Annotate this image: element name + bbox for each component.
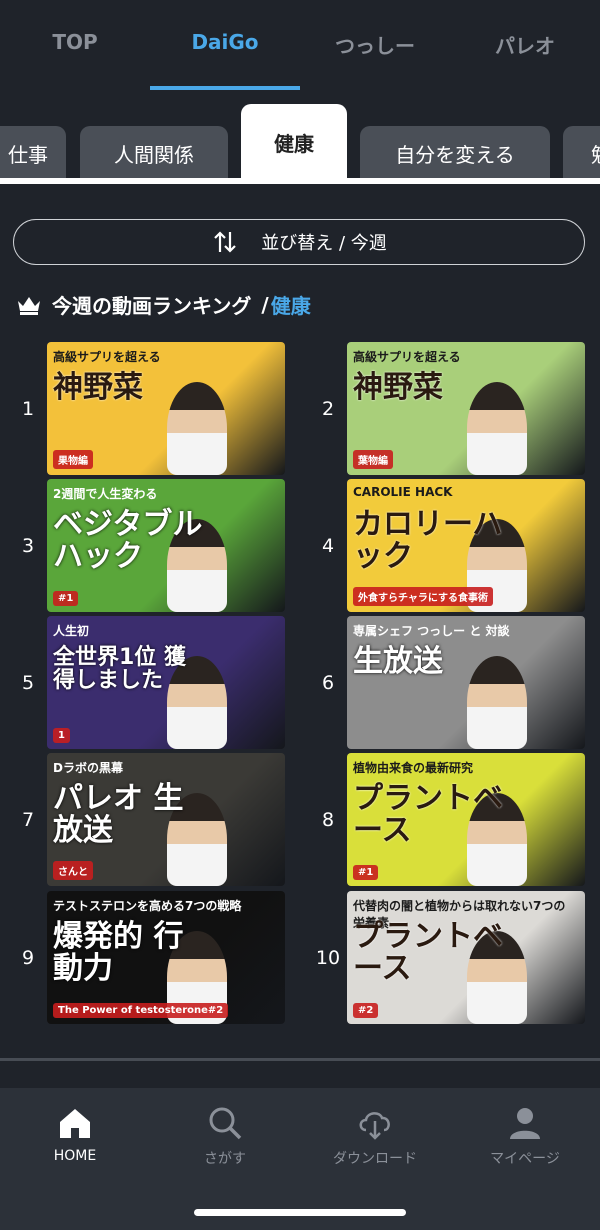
presenter-figure <box>167 382 227 475</box>
thumbnail-title: パレオ 生放送 <box>53 781 184 848</box>
category-tab-change-yourself[interactable]: 自分を変える <box>360 126 550 180</box>
rank-number: 5 <box>21 672 35 694</box>
thumbnail-subtitle: テストステロンを高める7つの戦略 <box>53 899 242 913</box>
category-tab-label: 健康 <box>274 131 314 156</box>
nav-search[interactable]: さがす <box>150 1104 300 1168</box>
category-tab-label: 勉 <box>591 139 600 168</box>
thumbnail-subtitle: 専属シェフ つっしー と 対談 <box>353 624 510 638</box>
rank-number: 9 <box>21 947 35 969</box>
thumbnail-title: 神野菜 <box>353 370 443 405</box>
video-thumbnail[interactable]: Dラボの黒幕パレオ 生放送さんと <box>47 753 285 886</box>
person-icon <box>510 1108 540 1139</box>
thumbnail-title: 生放送 <box>353 644 443 679</box>
sort-button[interactable]: 並び替え / 今週 <box>13 219 585 265</box>
rank-number: 1 <box>21 398 35 420</box>
rank-number: 4 <box>321 535 335 557</box>
presenter-figure <box>467 382 527 475</box>
video-thumbnail[interactable]: テストステロンを高める7つの戦略爆発的 行動力 The Power of test… <box>47 891 285 1024</box>
rank-number: 2 <box>321 398 335 420</box>
thumbnail-subtitle: 植物由来食の最新研究 <box>353 761 474 775</box>
thumbnail-badge: #2 <box>353 1003 379 1018</box>
home-indicator <box>194 1209 406 1216</box>
ranking-header: 今週の動画ランキング / 健康 <box>16 290 311 319</box>
thumbnail-title: ベジタブルハック <box>53 507 203 574</box>
thumbnail-title: カロリーハック <box>353 507 503 574</box>
thumbnail-title: プラントベース <box>353 781 503 848</box>
nav-download[interactable]: ダウンロード <box>300 1104 450 1168</box>
tab-top[interactable]: TOP <box>0 0 150 92</box>
video-thumbnail[interactable]: 高級サプリを超える神野菜果物編 <box>47 342 285 475</box>
nav-mypage-label: マイページ <box>490 1151 560 1167</box>
thumbnail-badge: 外食すらチャラにする食事術 <box>353 587 493 606</box>
thumbnail-title: 神野菜 <box>53 370 143 405</box>
category-tab-bar: 仕事 人間関係 健康 自分を変える 勉 <box>0 102 600 180</box>
tab-tsusshi[interactable]: つっしー <box>300 0 450 92</box>
cloud-download-icon <box>359 1112 390 1140</box>
thumbnail-subtitle: 2週間で人生変わる <box>53 487 158 501</box>
thumbnail-title: 爆発的 行動力 <box>53 919 184 986</box>
sort-arrows-icon <box>214 231 237 253</box>
thumbnail-badge: 葉物編 <box>353 450 393 469</box>
crown-icon <box>18 296 40 315</box>
rank-number: 3 <box>21 535 35 557</box>
search-icon <box>209 1107 242 1140</box>
rank-number: 7 <box>21 809 35 831</box>
ranking-category: 健康 <box>270 294 311 318</box>
thumbnail-subtitle: 高級サプリを超える <box>353 350 461 364</box>
thumbnail-badge: 1 <box>53 728 70 743</box>
presenter-figure <box>467 656 527 749</box>
thumbnail-badge: #1 <box>53 591 79 606</box>
sort-label: 並び替え / 今週 <box>261 233 387 254</box>
tab-paleo[interactable]: パレオ <box>450 0 600 92</box>
thumbnail-badge: The Power of testosterone#2 <box>53 1003 229 1018</box>
video-thumbnail[interactable]: CAROLIE HACK カロリーハック外食すらチャラにする食事術 <box>347 479 585 612</box>
video-thumbnail[interactable]: 2週間で人生変わるベジタブルハック #1 <box>47 479 285 612</box>
nav-home[interactable]: HOME <box>0 1104 150 1164</box>
ranking-separator: / <box>261 292 269 317</box>
category-tab-work[interactable]: 仕事 <box>0 126 66 180</box>
top-tab-bar: TOP DaiGo つっしー パレオ <box>0 0 600 92</box>
thumbnail-subtitle: 人生初 <box>53 624 90 638</box>
category-tab-study[interactable]: 勉 <box>563 126 600 180</box>
category-tab-label: 仕事 <box>8 142 48 167</box>
thumbnail-title: 全世界1位 獲得しました <box>53 645 186 694</box>
thumbnail-subtitle: 高級サプリを超える <box>53 350 161 364</box>
video-thumbnail[interactable]: 人生初全世界1位 獲得しました 1 <box>47 616 285 749</box>
rank-number: 8 <box>321 809 335 831</box>
thumbnail-subtitle: Dラボの黒幕 <box>53 761 123 775</box>
nav-download-label: ダウンロード <box>333 1151 417 1167</box>
rank-number: 10 <box>315 947 341 969</box>
category-underline <box>0 178 600 184</box>
nav-mypage[interactable]: マイページ <box>450 1104 600 1168</box>
tab-daigo[interactable]: DaiGo <box>150 0 300 92</box>
nav-search-label: さがす <box>204 1151 246 1167</box>
category-tab-label: 自分を変える <box>395 142 515 167</box>
video-thumbnail[interactable]: 植物由来食の最新研究プラントベース #1 <box>347 753 585 886</box>
home-icon <box>60 1109 90 1138</box>
category-tab-health[interactable]: 健康 <box>241 104 347 180</box>
thumbnail-subtitle: CAROLIE HACK <box>353 485 453 499</box>
category-tab-label: 人間関係 <box>114 142 194 167</box>
thumbnail-badge: #1 <box>353 865 379 880</box>
video-thumbnail[interactable]: 代替肉の闇と植物からは取れない7つの栄養素 プラントベース #2 <box>347 891 585 1024</box>
category-tab-relationships[interactable]: 人間関係 <box>80 126 228 180</box>
video-thumbnail[interactable]: 専属シェフ つっしー と 対談生放送 <box>347 616 585 749</box>
rank-number: 6 <box>321 672 335 694</box>
ranking-title: 今週の動画ランキング <box>52 294 252 318</box>
nav-home-label: HOME <box>53 1148 97 1164</box>
thumbnail-badge: さんと <box>53 861 93 880</box>
thumbnail-badge: 果物編 <box>53 450 93 469</box>
video-thumbnail[interactable]: 高級サプリを超える神野菜葉物編 <box>347 342 585 475</box>
thumbnail-title: プラントベース <box>353 919 503 986</box>
divider <box>0 1058 600 1061</box>
